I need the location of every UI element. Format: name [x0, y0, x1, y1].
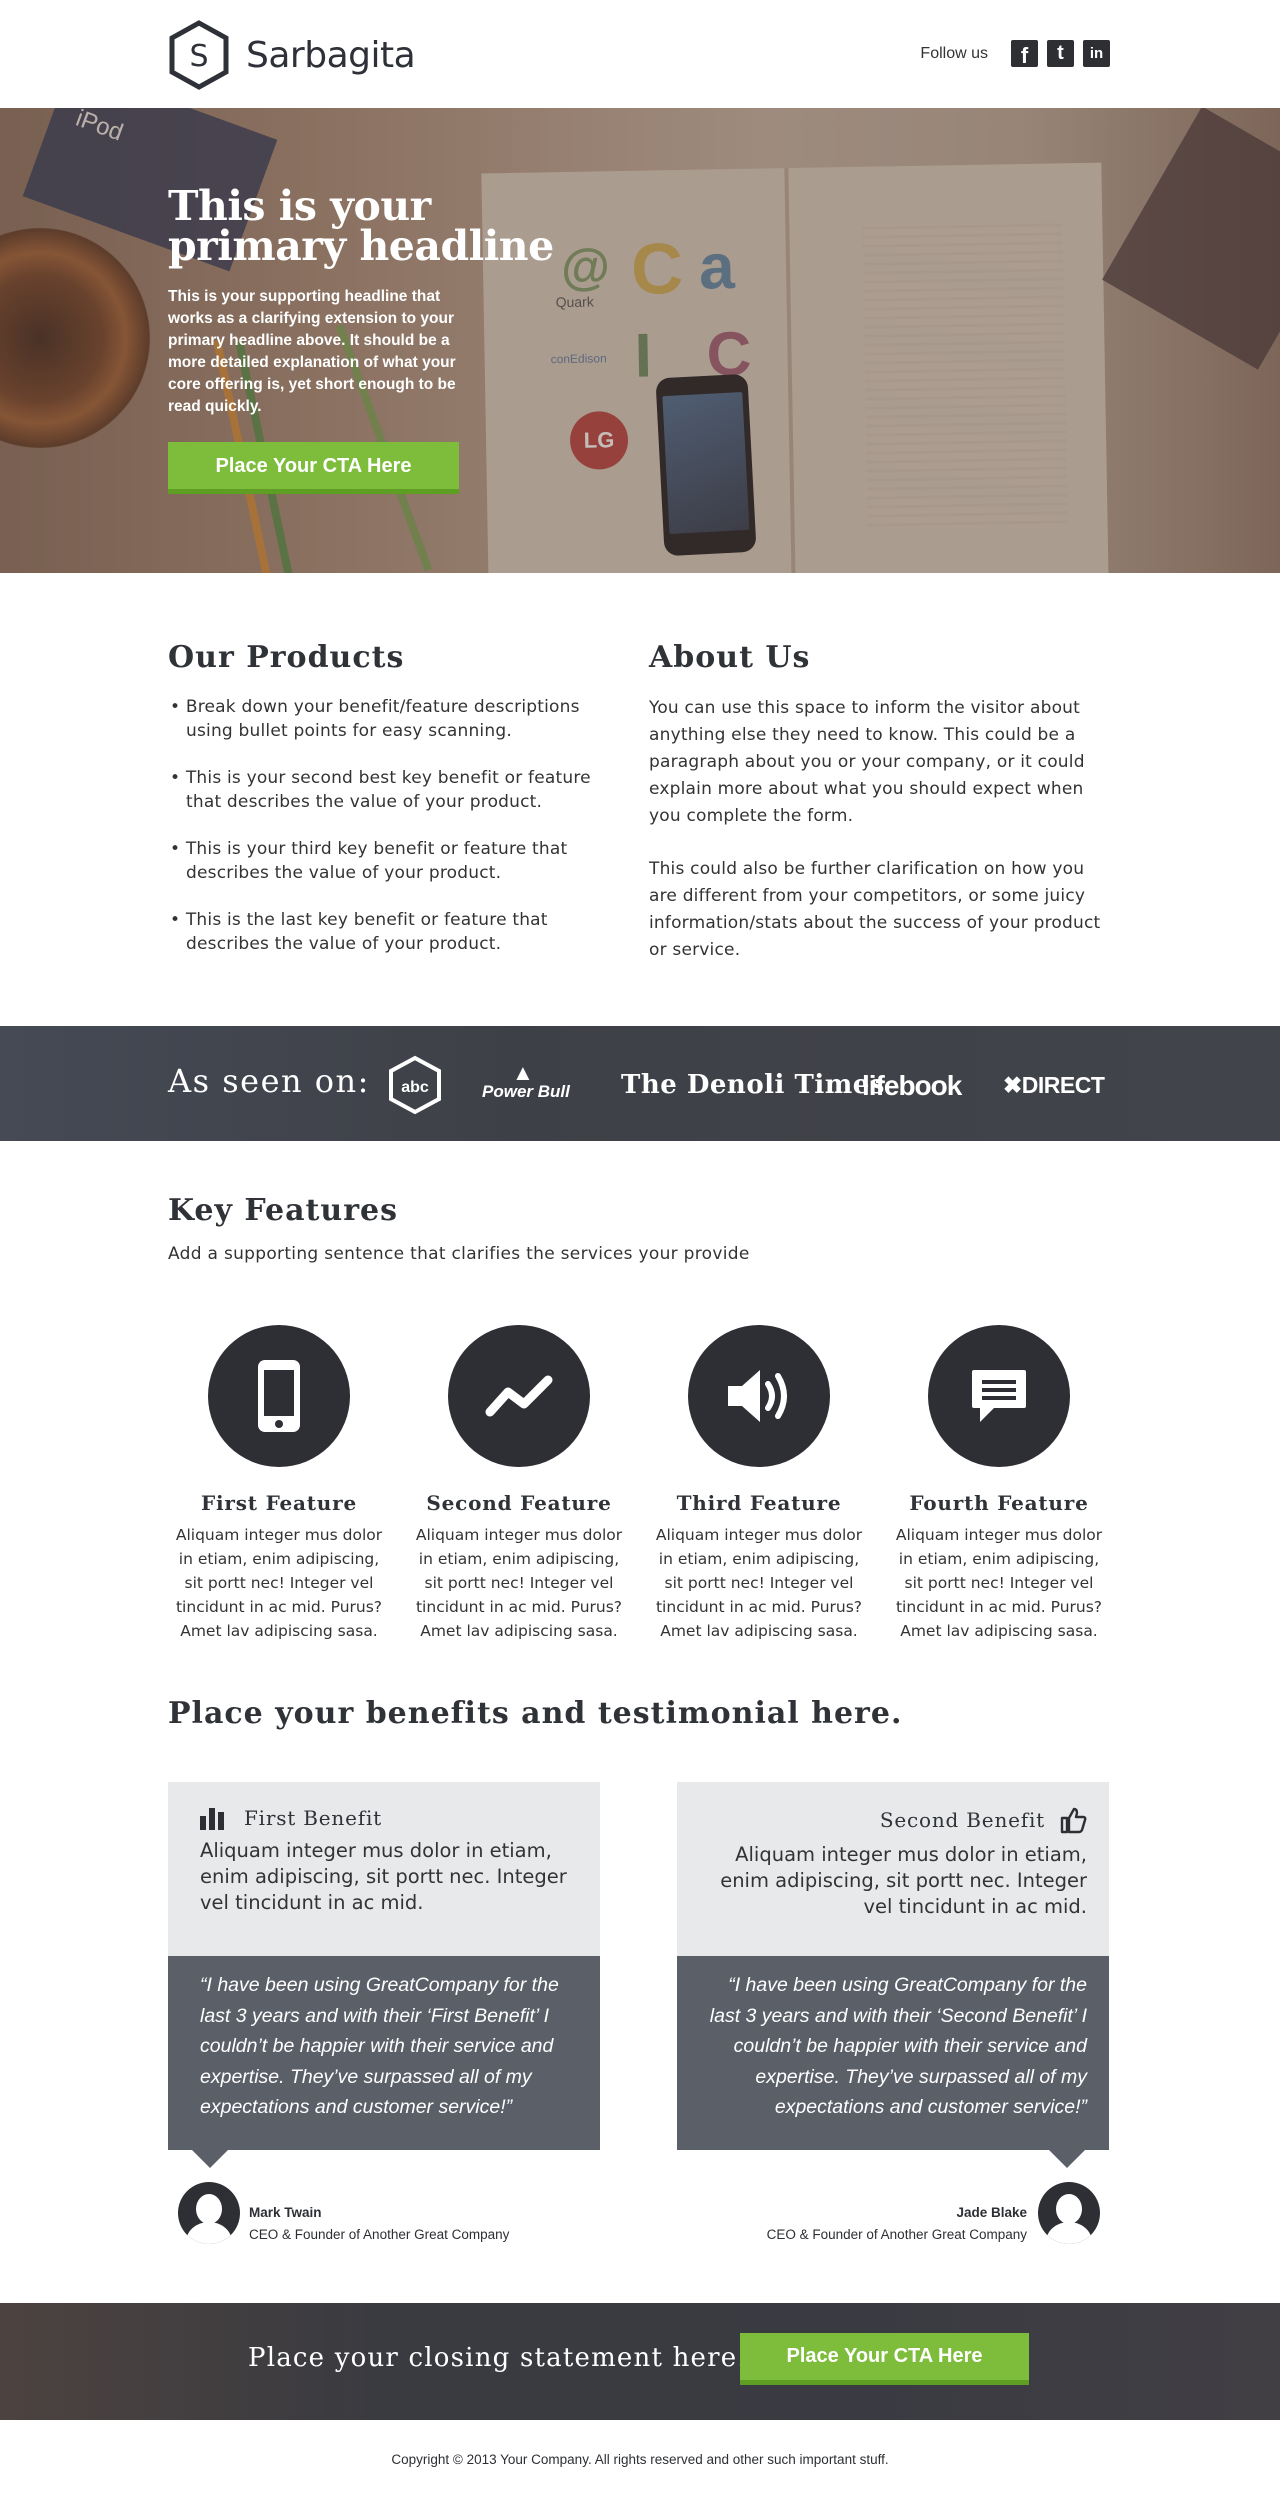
testimonial-name: Mark Twain — [249, 2205, 322, 2220]
testimonial-name: Jade Blake — [956, 2205, 1027, 2220]
benefit-card: Second Benefit Aliquam integer mus dolor… — [677, 1782, 1109, 2168]
testimonial-role: CEO & Founder of Another Great Company — [249, 2227, 510, 2242]
feature-title: Second Feature — [426, 1491, 612, 1515]
hexagon-logo-icon: S — [169, 20, 229, 90]
smartphone-icon — [208, 1325, 350, 1467]
testimonial-quote: “I have been using GreatCompany for the … — [168, 1956, 600, 2168]
hero-subheadline: This is your supporting headline that wo… — [168, 288, 456, 415]
brand-logo[interactable]: S Sarbagita — [168, 20, 416, 90]
press-logo-denoli-times: The Denoli Times — [621, 1070, 885, 1100]
x-icon: ✖ — [1003, 1072, 1022, 1098]
features-subtitle: Add a supporting sentence that clarifies… — [168, 1244, 750, 1264]
products-section: Our Products Break down your benefit/fea… — [168, 640, 608, 979]
bar-chart-icon — [200, 1808, 224, 1830]
svg-text:S: S — [189, 39, 208, 74]
hero-content: This is your primary headline This is yo… — [168, 186, 568, 494]
site-header: S Sarbagita Follow us f t in — [0, 0, 1280, 108]
benefit-text: Aliquam integer mus dolor in etiam, enim… — [200, 1839, 567, 1914]
feature-card: Third Feature Aliquam integer mus dolor … — [649, 1325, 869, 1643]
feature-title: Third Feature — [676, 1491, 842, 1515]
benefit-card: First Benefit Aliquam integer mus dolor … — [168, 1782, 600, 2168]
brand-name: Sarbagita — [246, 34, 416, 76]
press-logo-power-bull: ▲ Power Bull — [482, 1060, 570, 1102]
feature-card: First Feature Aliquam integer mus dolor … — [169, 1325, 389, 1643]
twitter-icon[interactable]: t — [1047, 40, 1074, 67]
feature-title: Fourth Feature — [909, 1491, 1089, 1515]
testimonial-role: CEO & Founder of Another Great Company — [766, 2227, 1027, 2242]
follow-label: Follow us — [920, 44, 988, 62]
benefits-title: Place your benefits and testimonial here… — [168, 1696, 903, 1731]
closing-statement: Place your closing statement here. — [248, 2343, 747, 2373]
bull-icon: ▲ — [512, 1060, 534, 1085]
press-logo-direct: ✖DIRECT — [1003, 1072, 1105, 1098]
trend-line-icon — [448, 1325, 590, 1467]
svg-text:abc: abc — [401, 1079, 429, 1096]
as-seen-on-label: As seen on: — [168, 1062, 370, 1100]
chat-bubble-icon — [928, 1325, 1070, 1467]
hero-section: iPod @ Quark C a conEdison I C LG This i… — [0, 108, 1280, 573]
feature-card: Fourth Feature Aliquam integer mus dolor… — [889, 1325, 1109, 1643]
linkedin-icon[interactable]: in — [1083, 40, 1110, 67]
feature-text: Aliquam integer mus dolor in etiam, enim… — [895, 1526, 1103, 1640]
feature-title: First Feature — [200, 1491, 358, 1515]
hero-cta-button[interactable]: Place Your CTA Here — [168, 442, 459, 494]
avatar — [178, 2182, 240, 2244]
list-item: This is your second best key benefit or … — [168, 766, 608, 814]
about-section: About Us You can use this space to infor… — [649, 640, 1109, 964]
feature-card: Second Feature Aliquam integer mus dolor… — [409, 1325, 629, 1643]
features-title: Key Features — [168, 1193, 399, 1228]
thumbs-up-icon — [1060, 1807, 1087, 1834]
copyright: Copyright © 2013 Your Company. All right… — [391, 2452, 889, 2467]
facebook-icon[interactable]: f — [1011, 40, 1038, 68]
closing-section: Place your closing statement here. Place… — [0, 2303, 1280, 2420]
about-paragraph: You can use this space to inform the vis… — [649, 698, 1085, 826]
about-title: About Us — [649, 640, 811, 675]
benefit-text: Aliquam integer mus dolor in etiam, enim… — [720, 1843, 1087, 1918]
list-item: This is the last key benefit or feature … — [168, 908, 608, 956]
feature-text: Aliquam integer mus dolor in etiam, enim… — [175, 1526, 383, 1640]
speaker-icon — [688, 1325, 830, 1467]
press-logo-lifebook: lifebook — [862, 1070, 962, 1101]
closing-cta-button[interactable]: Place Your CTA Here — [740, 2333, 1029, 2385]
benefit-title: Second Benefit — [879, 1808, 1045, 1832]
press-logo-abc: abc — [388, 1055, 442, 1115]
list-item: This is your third key benefit or featur… — [168, 837, 608, 885]
hero-headline: This is your primary headline — [168, 182, 554, 270]
benefit-title: First Benefit — [244, 1806, 382, 1830]
avatar — [1038, 2182, 1100, 2244]
feature-text: Aliquam integer mus dolor in etiam, enim… — [655, 1526, 863, 1640]
testimonial-quote: “I have been using GreatCompany for the … — [677, 1956, 1109, 2168]
list-item: Break down your benefit/feature descript… — [168, 695, 608, 743]
products-bullet-list: Break down your benefit/feature descript… — [168, 695, 608, 956]
about-paragraph: This could also be further clarification… — [649, 859, 1101, 960]
as-seen-on-bar: As seen on: abc ▲ Power Bull The Denoli … — [0, 1026, 1280, 1141]
social-follow: Follow us f t in — [920, 40, 1110, 68]
feature-text: Aliquam integer mus dolor in etiam, enim… — [415, 1526, 623, 1640]
products-title: Our Products — [168, 640, 405, 675]
